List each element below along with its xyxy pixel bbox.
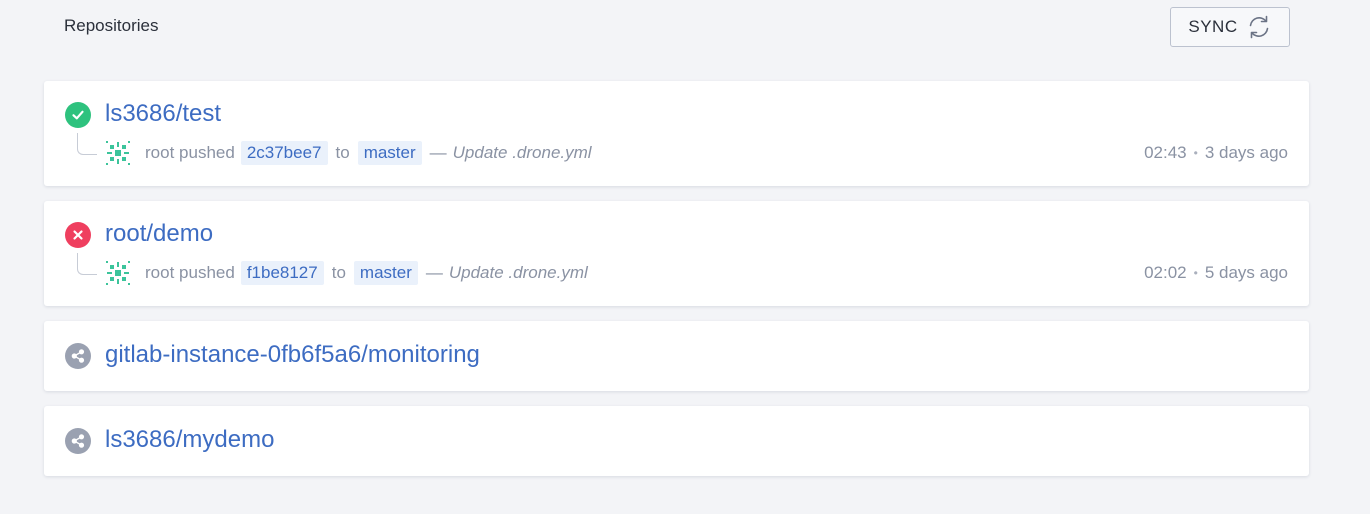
time-separator-dot: • — [1193, 266, 1198, 280]
commit-to: to — [335, 143, 350, 162]
avatar — [106, 261, 130, 285]
sync-label: SYNC — [1188, 17, 1238, 36]
commit-branch[interactable]: master — [357, 141, 422, 165]
tree-connector — [77, 253, 97, 275]
commit-info: root pushed 2c37bee7 to master — Update … — [105, 139, 592, 167]
commit-info: root pushed f1be8127 to master — Update … — [105, 259, 588, 287]
time-separator-dot: • — [1193, 146, 1198, 160]
commit-separator: — — [425, 263, 443, 282]
commit-message: Update .drone.yml — [448, 263, 588, 282]
share-icon — [65, 343, 91, 369]
commit-sha[interactable]: f1be8127 — [240, 261, 324, 285]
commit-separator: — — [429, 143, 447, 162]
commit-to: to — [331, 263, 346, 282]
tree-connector — [77, 133, 97, 155]
repo-link[interactable]: root/demo — [105, 220, 213, 248]
share-icon — [65, 428, 91, 454]
build-ago: 5 days ago — [1204, 263, 1288, 282]
commit-author: root — [145, 143, 175, 162]
build-clock: 02:02 — [1144, 263, 1187, 282]
build-time: 02:43 • 3 days ago — [1144, 143, 1288, 163]
commit-branch[interactable]: master — [353, 261, 418, 285]
avatar — [106, 141, 130, 165]
sync-button[interactable]: SYNC — [1170, 7, 1290, 47]
sync-icon — [1249, 15, 1268, 39]
commit-message: Update .drone.yml — [452, 143, 592, 162]
build-clock: 02:43 — [1144, 143, 1187, 162]
repo-card[interactable]: gitlab-instance-0fb6f5a6/monitoring — [44, 321, 1309, 391]
check-circle-icon — [65, 102, 91, 128]
x-circle-icon — [65, 222, 91, 248]
repo-link[interactable]: ls3686/mydemo — [105, 426, 274, 454]
page-title: Repositories — [64, 16, 159, 35]
build-time: 02:02 • 5 days ago — [1144, 263, 1288, 283]
repo-card[interactable]: ls3686/test root pushed 2c37bee7 to mast… — [44, 81, 1309, 186]
repo-card[interactable]: ls3686/mydemo — [44, 406, 1309, 476]
commit-author: root — [145, 263, 175, 282]
build-ago: 3 days ago — [1204, 143, 1288, 162]
repo-link[interactable]: ls3686/test — [105, 100, 221, 128]
repo-card[interactable]: root/demo root pushed f1be8127 to master… — [44, 201, 1309, 306]
commit-sha[interactable]: 2c37bee7 — [240, 141, 328, 165]
repositories-page: Repositories SYNC ls3686/test root pushe… — [0, 0, 1370, 514]
repo-link[interactable]: gitlab-instance-0fb6f5a6/monitoring — [105, 341, 480, 369]
commit-action: pushed — [179, 263, 235, 282]
commit-action: pushed — [179, 143, 235, 162]
